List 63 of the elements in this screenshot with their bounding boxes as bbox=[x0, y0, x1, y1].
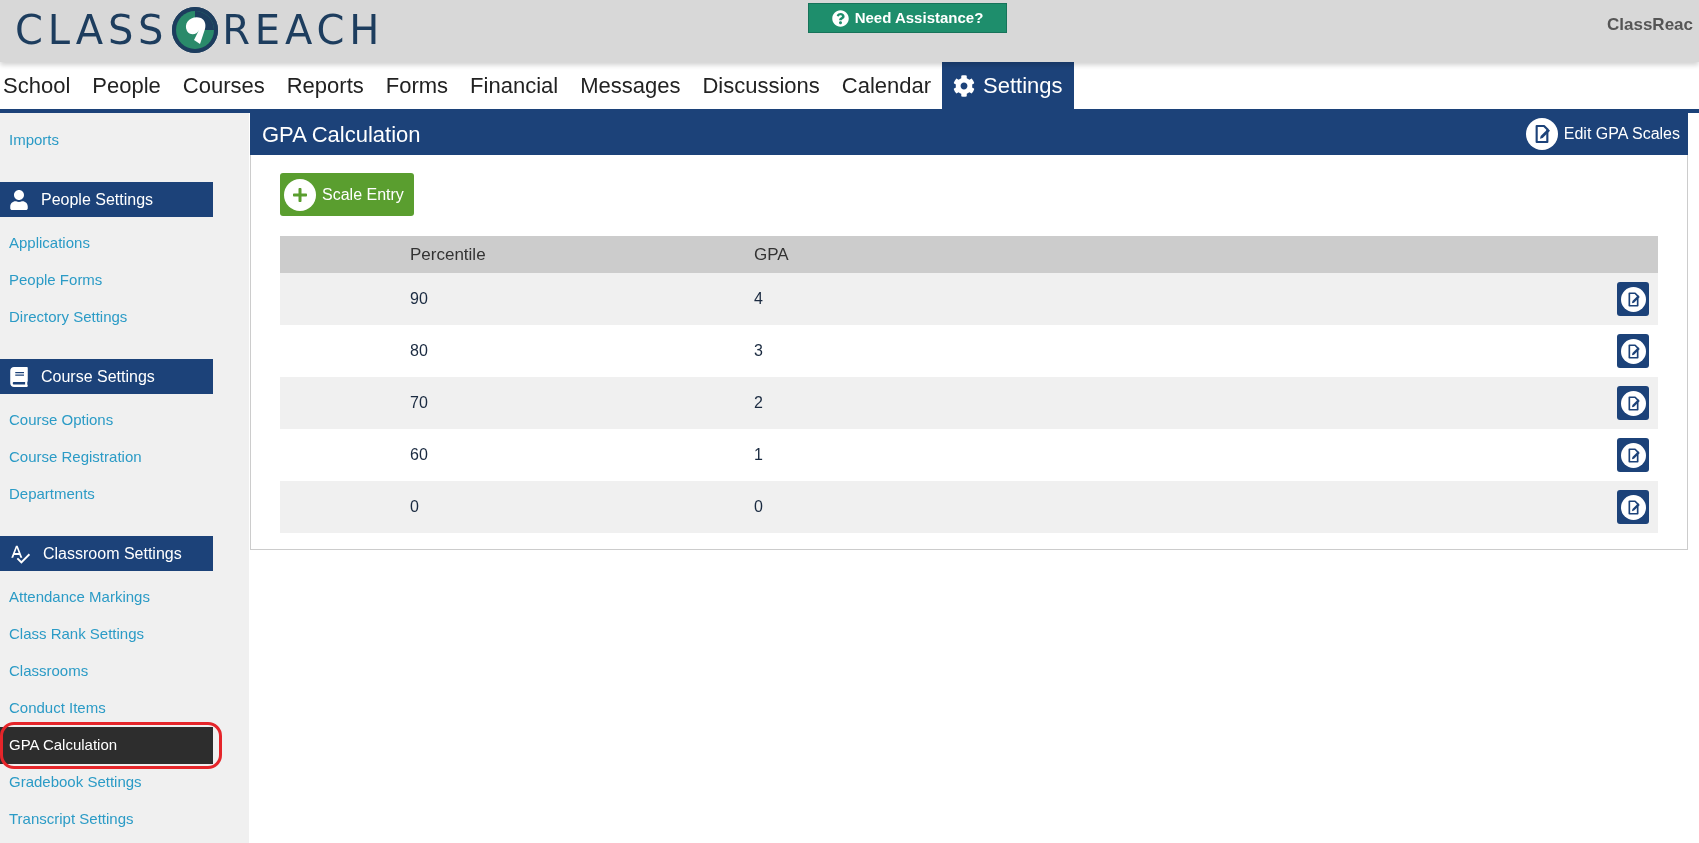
table-cell-text: 2 bbox=[754, 393, 763, 413]
sidebar-link[interactable]: Imports bbox=[0, 122, 213, 159]
edit-icon bbox=[1620, 338, 1646, 364]
edit-button[interactable] bbox=[1617, 438, 1649, 472]
panel-title: GPA Calculation bbox=[262, 120, 421, 149]
sidebar-link[interactable]: Departments bbox=[0, 476, 213, 513]
table-cell-text: 4 bbox=[754, 289, 763, 309]
sidebar-link[interactable]: Gradebook Settings bbox=[0, 764, 213, 801]
section-title: Course Settings bbox=[41, 366, 155, 387]
edit-button[interactable] bbox=[1617, 490, 1649, 524]
column-header: GPA bbox=[754, 243, 789, 266]
table-cell-text: 80 bbox=[410, 341, 428, 361]
column-header: Percentile bbox=[410, 243, 486, 266]
edit-button[interactable] bbox=[1617, 282, 1649, 316]
edit-icon bbox=[1525, 118, 1558, 150]
section-title: People Settings bbox=[41, 189, 154, 210]
nav-tab[interactable]: Discussions bbox=[691, 62, 831, 109]
logo-text: REACH bbox=[222, 10, 384, 50]
section-title: Classroom Settings bbox=[43, 543, 182, 564]
scale-entry-button[interactable]: Scale Entry bbox=[280, 173, 414, 216]
nav-tab[interactable]: Messages bbox=[569, 62, 692, 109]
edit-icon bbox=[1620, 442, 1646, 468]
nav-tab[interactable]: People bbox=[81, 62, 172, 109]
sidebar-link[interactable]: Class Rank Settings bbox=[0, 616, 213, 653]
nav-tab[interactable]: Reports bbox=[275, 62, 375, 109]
edit-button[interactable] bbox=[1617, 334, 1649, 368]
logo-text: CLASS bbox=[15, 10, 169, 50]
nav-tab[interactable]: Forms bbox=[374, 62, 460, 109]
sidebar-link[interactable]: Transcript Settings bbox=[0, 801, 213, 838]
table-cell-text: 90 bbox=[410, 289, 428, 309]
help-icon bbox=[831, 9, 849, 27]
nav-tab[interactable]: Financial bbox=[459, 62, 570, 109]
nav-tab[interactable]: Settings bbox=[942, 62, 1074, 109]
sidebar-link[interactable]: Applications bbox=[0, 225, 213, 262]
account-name: ClassReac bbox=[1607, 14, 1693, 36]
table-cell-text: 70 bbox=[410, 393, 428, 413]
table-cell-text: 0 bbox=[754, 497, 763, 517]
edit-icon bbox=[1620, 286, 1646, 312]
nav-tab[interactable]: School bbox=[0, 62, 82, 109]
sidebar-link[interactable]: Course Options bbox=[0, 402, 213, 439]
edit-icon bbox=[1620, 494, 1646, 520]
table-cell-text: 0 bbox=[410, 497, 419, 517]
book-icon bbox=[9, 366, 29, 387]
nav-tab[interactable]: Calendar bbox=[830, 62, 943, 109]
sidebar-link[interactable]: Classrooms bbox=[0, 653, 213, 690]
sidebar-link[interactable]: Conduct Items bbox=[0, 690, 213, 727]
sidebar-link[interactable]: Attendance Markings bbox=[0, 579, 213, 616]
person-icon bbox=[9, 189, 29, 210]
nav-tab[interactable]: Courses bbox=[171, 62, 276, 109]
sidebar-link[interactable]: Directory Settings bbox=[0, 299, 213, 336]
table-cell-text: 1 bbox=[754, 445, 763, 465]
plus-icon bbox=[284, 178, 316, 211]
table-cell-text: 60 bbox=[410, 445, 428, 465]
sidebar-link[interactable]: People Forms bbox=[0, 262, 213, 299]
settings-icon bbox=[953, 74, 976, 97]
edit-icon bbox=[1620, 390, 1646, 416]
sidebar-link[interactable]: Course Registration bbox=[0, 439, 213, 476]
logo-emblem-icon bbox=[171, 6, 220, 54]
sidebar-link[interactable]: GPA Calculation bbox=[0, 727, 213, 764]
need-assistance-button[interactable]: Need Assistance? bbox=[808, 3, 1007, 33]
edit-button[interactable] bbox=[1617, 386, 1649, 420]
edit-gpa-scales-button[interactable]: Edit GPA Scales bbox=[1525, 118, 1680, 150]
table-cell-text: 3 bbox=[754, 341, 763, 361]
